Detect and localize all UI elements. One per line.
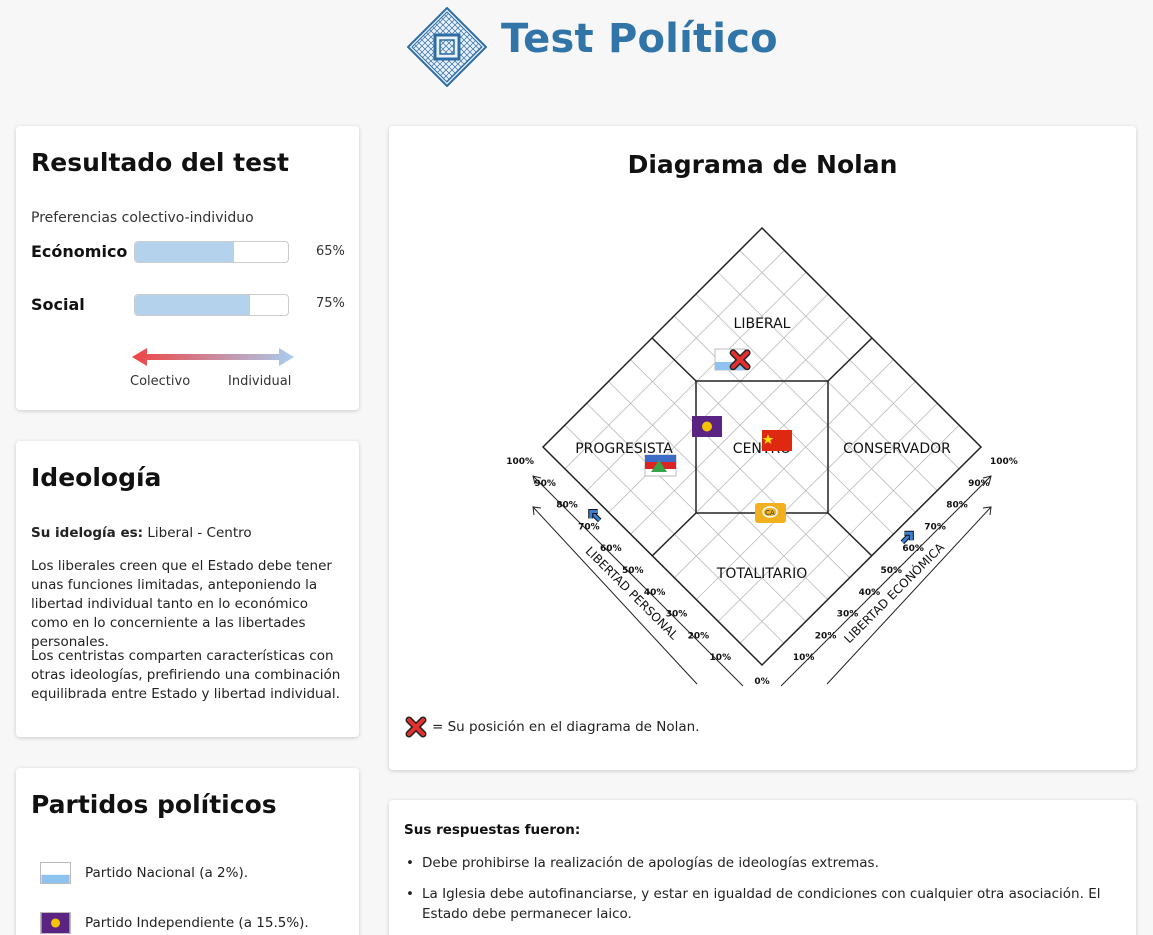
answers-card: Sus respuestas fueron: • Debe prohibirse… (389, 800, 1136, 935)
parties-card: Partidos políticos Partido Nacional (a 2… (16, 768, 359, 935)
partido-independiente-flag-icon (40, 912, 71, 934)
nolan-diagram: LIBERAL PROGRESISTA CENTRO CONSERVADOR T… (506, 226, 1018, 687)
tick-label: 100% (990, 457, 1018, 467)
partido-independiente-flag-icon (692, 416, 722, 437)
result-card: Resultado del test Preferencias colectiv… (16, 126, 359, 410)
party-name: Partido Independiente (a 15.5%). (85, 915, 309, 931)
tick-label: 20% (815, 631, 837, 641)
tick-label: 90% (968, 479, 990, 489)
answer-item: • Debe prohibirse la realización de apol… (404, 853, 1104, 873)
logo-icon (407, 7, 487, 87)
ideology-paragraph: Los centristas comparten características… (31, 648, 341, 702)
party-name: Partido Nacional (a 2%). (85, 865, 249, 881)
preferences-label: Preferencias colectivo-individuo (31, 210, 254, 226)
social-percent: 75% (316, 296, 345, 311)
economic-label: Ecónomico (31, 242, 128, 261)
parties-title: Partidos políticos (31, 790, 277, 819)
result-title: Resultado del test (31, 148, 289, 177)
economic-bar (134, 241, 289, 263)
axis-personal-label: LIBERTAD PERSONAL (583, 544, 682, 643)
tick-label: 40% (859, 588, 881, 598)
personal-position-arrow-icon (588, 509, 602, 523)
bullet-icon: • (406, 886, 414, 902)
partido-nacional-flag-icon (40, 862, 71, 884)
economic-bar-fill (135, 242, 235, 262)
answer-text: La Iglesia debe autofinanciarse, y estar… (422, 886, 1101, 922)
region-liberal: LIBERAL (734, 316, 791, 332)
economic-position-arrow-icon (900, 530, 914, 545)
individual-label: Individual (228, 374, 292, 389)
your-ideology-label: Su idelogía es: (31, 525, 144, 541)
tick-label: 50% (881, 566, 903, 576)
nolan-card: Diagrama de Nolan LIBERAL PROGRESISTA CE… (389, 126, 1136, 770)
collective-label: Colectivo (130, 374, 191, 389)
ticks-left: 100% 90% 80% 70% 60% 50% 40% 30% 20% 10% (506, 457, 731, 663)
tick-label: 50% (622, 566, 644, 576)
answer-text: Debe prohibirse la realización de apolog… (422, 855, 879, 871)
tick-label: 30% (666, 610, 688, 620)
your-ideology-line: Su idelogía es: Liberal - Centro (31, 524, 349, 543)
social-bar-fill (135, 295, 250, 315)
svg-text:CA: CA (765, 509, 775, 517)
your-ideology-value: Liberal - Centro (143, 525, 252, 541)
tick-label: 80% (946, 501, 968, 511)
tick-label: 10% (793, 653, 815, 663)
site-title: Test Político (501, 16, 778, 62)
tick-label: 60% (902, 544, 924, 554)
collective-individual-arrow-icon (132, 348, 294, 366)
answer-item: • La Iglesia debe autofinanciarse, y est… (404, 884, 1104, 924)
tick-label: 60% (600, 544, 622, 554)
tick-label: 80% (556, 501, 578, 511)
axis-economic-label: LIBERTAD ECONÓMICA (841, 539, 948, 646)
tick-label: 40% (644, 588, 666, 598)
region-conservador: CONSERVADOR (843, 441, 951, 457)
bullet-icon: • (406, 855, 414, 871)
tick-label: 90% (534, 479, 556, 489)
tick-origin: 0% (754, 677, 769, 687)
tick-label: 100% (506, 457, 534, 467)
tick-label: 70% (578, 522, 600, 532)
red-x-icon (729, 349, 751, 371)
tick-label: 20% (688, 631, 710, 641)
economic-percent: 65% (316, 244, 345, 259)
tick-label: 30% (837, 610, 859, 620)
answers-title: Sus respuestas fueron: (404, 822, 581, 838)
region-totalitario: TOTALITARIO (716, 566, 807, 582)
china-flag-icon (762, 430, 792, 451)
party-flag-icon (644, 454, 677, 477)
site-header: Test Político (0, 0, 1153, 92)
tick-label: 70% (924, 522, 946, 532)
legend-text: = Su posición en el diagrama de Nolan. (432, 719, 700, 735)
social-bar (134, 294, 289, 316)
ideology-title: Ideología (31, 463, 162, 492)
red-x-icon (405, 716, 427, 738)
ticks-right: 100% 90% 80% 70% 60% 50% 40% 30% 20% 10% (793, 457, 1018, 663)
tick-label: 10% (710, 653, 732, 663)
social-label: Social (31, 295, 85, 314)
cabildo-abierto-flag-icon: CA (755, 503, 786, 523)
ideology-card: Ideología Su idelogía es: Liberal - Cent… (16, 441, 359, 737)
ideology-paragraph: Los liberales creen que el Estado debe t… (31, 558, 332, 650)
